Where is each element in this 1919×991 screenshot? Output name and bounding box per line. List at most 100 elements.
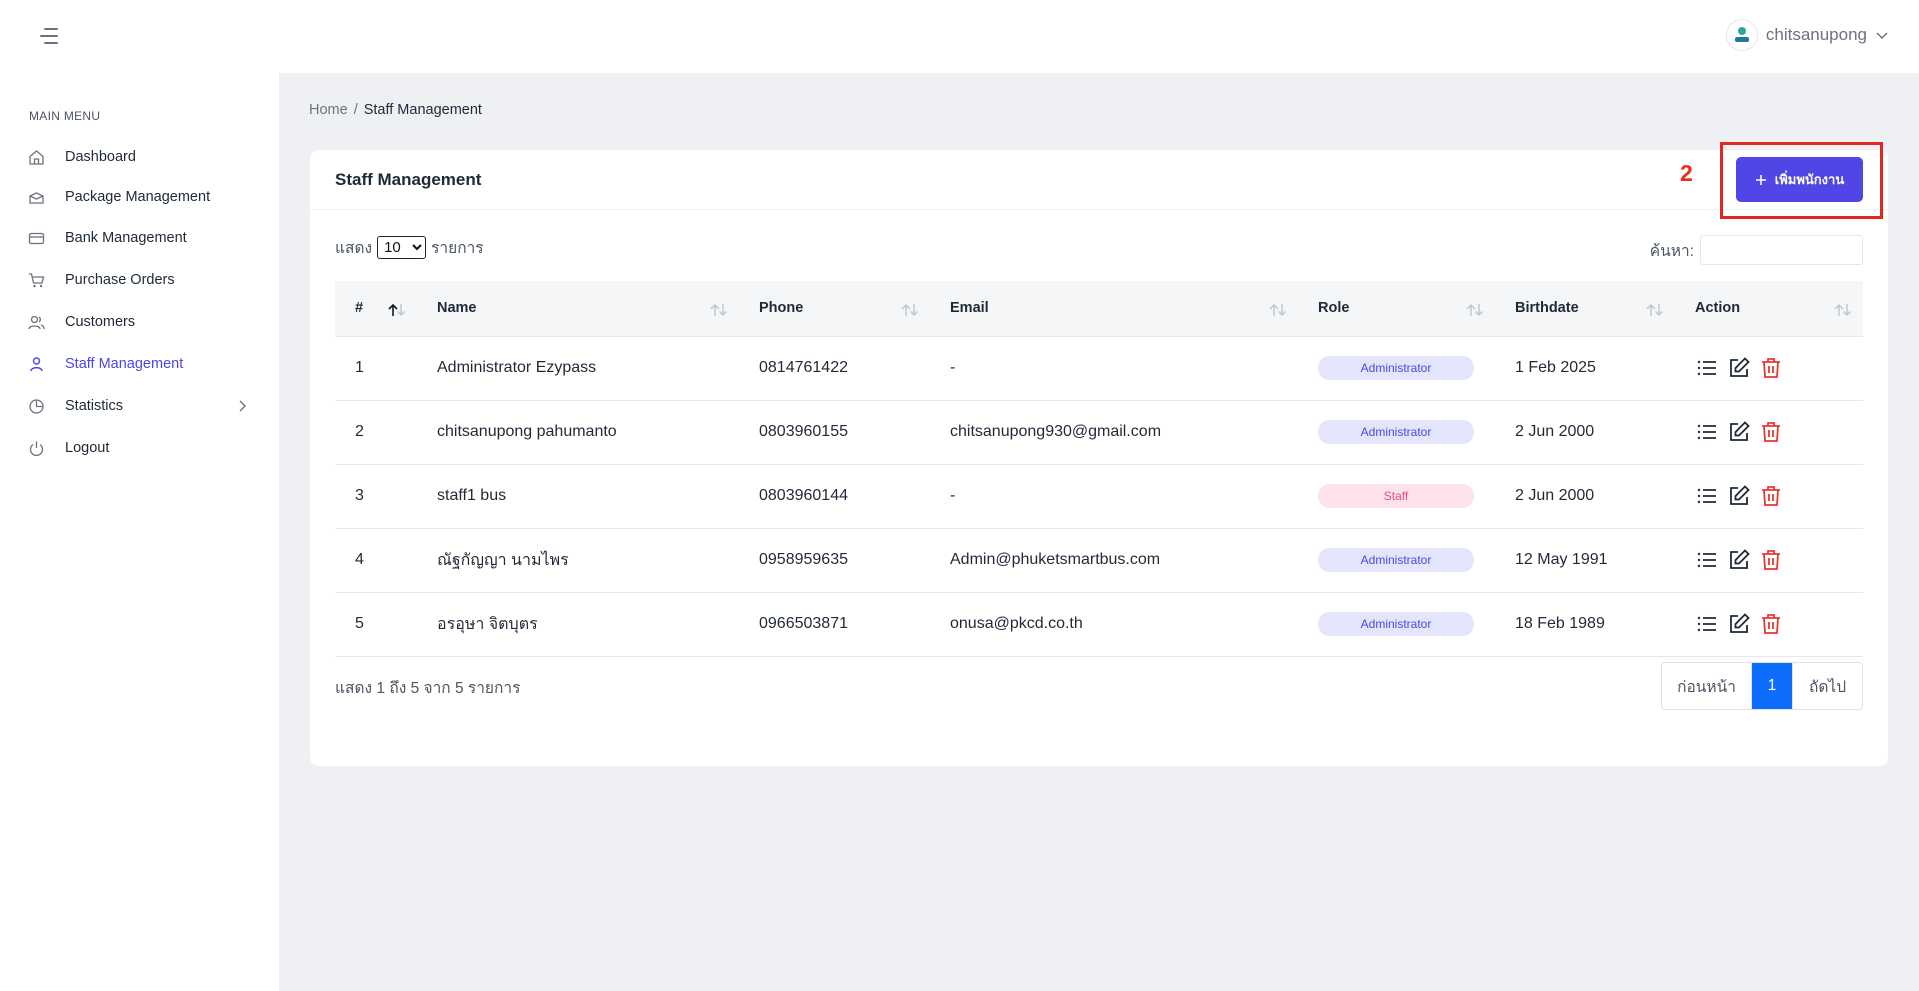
cell-email: onusa@pkcd.co.th bbox=[930, 592, 1298, 657]
list-icon[interactable] bbox=[1695, 356, 1719, 380]
pagination-page-button[interactable]: 1 bbox=[1752, 663, 1792, 709]
edit-icon[interactable] bbox=[1727, 356, 1751, 380]
search-input[interactable] bbox=[1700, 235, 1863, 265]
list-icon[interactable] bbox=[1695, 484, 1719, 508]
cell-phone: 0814761422 bbox=[739, 336, 930, 401]
column-header-label: Email bbox=[950, 300, 989, 317]
trash-icon[interactable] bbox=[1759, 420, 1783, 444]
table-row: 5 อรอุษา จิตบุตร 0966503871 onusa@pkcd.c… bbox=[335, 592, 1863, 657]
page-title: Staff Management bbox=[335, 170, 482, 189]
sort-icon bbox=[1466, 304, 1483, 316]
role-badge: Administrator bbox=[1318, 612, 1474, 636]
breadcrumb-separator: / bbox=[353, 102, 358, 118]
sidebar-item-label: Statistics bbox=[65, 398, 124, 414]
column-header-label: Name bbox=[437, 300, 477, 317]
column-header-name[interactable]: Name bbox=[417, 281, 739, 337]
trash-icon[interactable] bbox=[1759, 484, 1783, 508]
sidebar-item-label: Purchase Orders bbox=[65, 272, 175, 288]
pagination-next-button[interactable]: ถัดไป bbox=[1792, 663, 1862, 709]
trash-icon[interactable] bbox=[1759, 356, 1783, 380]
cell-name: staff1 bus bbox=[417, 464, 739, 529]
cell-birthdate: 2 Jun 2000 bbox=[1495, 400, 1675, 465]
breadcrumb: Home / Staff Management bbox=[309, 102, 482, 118]
table-header-row: # Name Phone Email Role Birthdate Action bbox=[335, 281, 1863, 337]
cell-number: 1 bbox=[335, 336, 417, 401]
column-header-role[interactable]: Role bbox=[1298, 281, 1495, 337]
role-badge: Administrator bbox=[1318, 548, 1474, 572]
cell-phone: 0966503871 bbox=[739, 592, 930, 657]
trash-icon[interactable] bbox=[1759, 612, 1783, 636]
sidebar-item-customers[interactable]: Customers bbox=[0, 303, 279, 341]
table-row: 4 ณัฐกัญญา นามไพร 0958959635 Admin@phuke… bbox=[335, 528, 1863, 593]
column-header-label: Phone bbox=[759, 300, 804, 317]
column-header-label: Role bbox=[1318, 300, 1350, 317]
sidebar-item-dashboard[interactable]: Dashboard bbox=[0, 138, 279, 176]
chevron-right-icon bbox=[239, 400, 246, 412]
edit-icon[interactable] bbox=[1727, 548, 1751, 572]
hamburger-icon[interactable] bbox=[38, 27, 60, 45]
sort-icon bbox=[710, 304, 727, 316]
sort-icon bbox=[1834, 304, 1851, 316]
cell-number: 4 bbox=[335, 528, 417, 593]
card-header: Staff Management 2 เพิ่มพนักงาน bbox=[310, 142, 1888, 219]
column-header-label: Birthdate bbox=[1515, 300, 1579, 317]
package-icon bbox=[28, 189, 45, 206]
credit-card-icon bbox=[28, 230, 45, 247]
list-icon[interactable] bbox=[1695, 548, 1719, 572]
pagination: ก่อนหน้า 1 ถัดไป bbox=[1661, 662, 1863, 710]
table-row: 3 staff1 bus 0803960144 - Staff 2 Jun 20… bbox=[335, 464, 1863, 529]
cell-number: 5 bbox=[335, 592, 417, 657]
list-icon[interactable] bbox=[1695, 612, 1719, 636]
sort-icon bbox=[1646, 304, 1663, 316]
sidebar-item-label: Bank Management bbox=[65, 230, 187, 246]
column-header-email[interactable]: Email bbox=[930, 281, 1298, 337]
cell-email: - bbox=[930, 464, 1298, 529]
breadcrumb-home-link[interactable]: Home bbox=[309, 102, 348, 118]
column-header-number[interactable]: # bbox=[335, 281, 417, 337]
menu-heading: MAIN MENU bbox=[29, 109, 101, 123]
page-length-select[interactable]: 10 25 50 100 bbox=[377, 236, 427, 259]
table-info: แสดง 1 ถึง 5 จาก 5 รายการ bbox=[335, 680, 521, 697]
staff-card: Staff Management 2 เพิ่มพนักงาน แสดง 10 … bbox=[310, 142, 1888, 766]
edit-icon[interactable] bbox=[1727, 420, 1751, 444]
sidebar-item-statistics[interactable]: Statistics bbox=[0, 387, 279, 425]
users-icon bbox=[28, 314, 45, 331]
sidebar: MAIN MENU Dashboard Package Management B… bbox=[0, 73, 279, 991]
edit-icon[interactable] bbox=[1727, 484, 1751, 508]
column-header-phone[interactable]: Phone bbox=[739, 281, 930, 337]
sidebar-item-staff-management[interactable]: Staff Management bbox=[0, 345, 279, 383]
cell-birthdate: 12 May 1991 bbox=[1495, 528, 1675, 593]
column-header-birthdate[interactable]: Birthdate bbox=[1495, 281, 1675, 337]
add-staff-button[interactable]: เพิ่มพนักงาน bbox=[1736, 157, 1863, 202]
cell-actions bbox=[1675, 528, 1863, 593]
sidebar-item-purchase-orders[interactable]: Purchase Orders bbox=[0, 261, 279, 299]
sort-asc-icon bbox=[388, 303, 405, 316]
list-icon[interactable] bbox=[1695, 420, 1719, 444]
sidebar-item-label: Package Management bbox=[65, 189, 211, 205]
staff-table: # Name Phone Email Role Birthdate Action… bbox=[335, 281, 1863, 657]
home-icon bbox=[28, 149, 45, 166]
edit-icon[interactable] bbox=[1727, 612, 1751, 636]
top-bar: chitsanupong bbox=[0, 0, 1919, 73]
logo-icon bbox=[1734, 27, 1749, 42]
cell-role: Administrator bbox=[1298, 336, 1495, 401]
pagination-previous-button[interactable]: ก่อนหน้า bbox=[1662, 663, 1752, 709]
search-control: ค้นหา: bbox=[1650, 235, 1863, 265]
column-header-action[interactable]: Action bbox=[1675, 281, 1863, 337]
column-header-label: Action bbox=[1695, 300, 1741, 317]
sidebar-item-bank-management[interactable]: Bank Management bbox=[0, 219, 279, 257]
cell-phone: 0803960155 bbox=[739, 400, 930, 465]
trash-icon[interactable] bbox=[1759, 548, 1783, 572]
cell-phone: 0803960144 bbox=[739, 464, 930, 529]
sidebar-item-label: Staff Management bbox=[65, 356, 184, 372]
user-menu[interactable]: chitsanupong bbox=[1725, 17, 1889, 53]
cell-role: Administrator bbox=[1298, 528, 1495, 593]
username: chitsanupong bbox=[1765, 25, 1867, 44]
cell-actions bbox=[1675, 400, 1863, 465]
sort-icon bbox=[901, 304, 918, 316]
page-length-control: แสดง 10 25 50 100 รายการ bbox=[335, 235, 484, 260]
breadcrumb-current: Staff Management bbox=[363, 102, 482, 118]
sidebar-item-package-management[interactable]: Package Management bbox=[0, 178, 279, 216]
sidebar-item-label: Customers bbox=[65, 314, 136, 330]
sidebar-item-logout[interactable]: Logout bbox=[0, 429, 279, 467]
